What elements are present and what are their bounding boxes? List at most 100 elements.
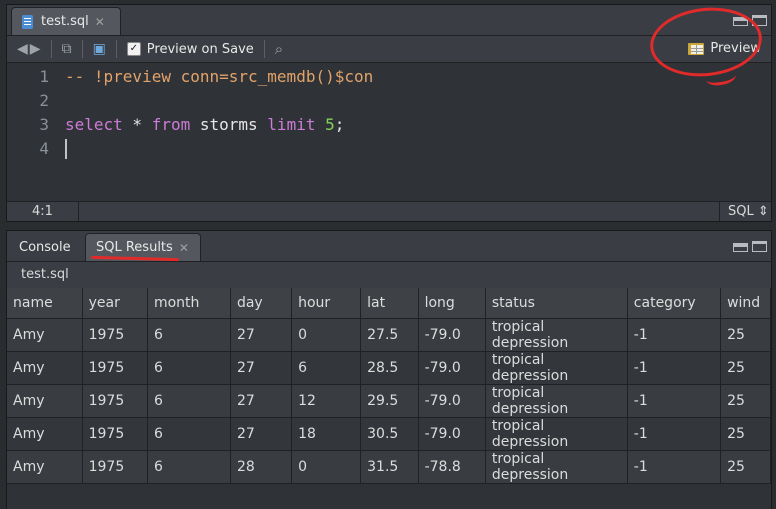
table-body: Amy 1975 6 27 0 27.5 -79.0 tropical depression -… — [7, 318, 771, 484]
code-line: 1 -- !preview conn=src_memdb()$con — [7, 65, 771, 89]
table-cell: 27 — [230, 417, 293, 451]
toolbar-divider — [263, 40, 265, 58]
close-tab-icon[interactable]: ✕ — [95, 15, 105, 29]
table-cell: 0 — [291, 450, 362, 484]
line-number: 2 — [39, 91, 49, 110]
table-cell: 25 — [720, 450, 771, 484]
tab-console[interactable]: Console — [9, 233, 83, 261]
column-header[interactable]: name — [7, 288, 83, 319]
column-header[interactable]: month — [147, 288, 231, 319]
table-row: Amy 1975 6 27 6 28.5 -79.0 tropical depression -… — [7, 351, 771, 385]
table-cell: 25 — [720, 351, 771, 385]
table-cell: 27 — [230, 384, 293, 418]
table-cell: tropical depression — [485, 351, 628, 385]
maximize-icon[interactable] — [752, 15, 767, 26]
table-cell: 30.5 — [360, 417, 419, 451]
close-tab-icon[interactable]: ✕ — [179, 241, 189, 255]
preview-on-save-checkbox[interactable]: ✓ — [126, 42, 141, 56]
table-cell: 1975 — [82, 384, 148, 418]
preview-on-save-label[interactable]: Preview on Save — [147, 42, 254, 57]
toolbar-divider — [81, 40, 83, 58]
tab-label: Console — [19, 239, 71, 255]
table-cell: 1975 — [82, 318, 148, 352]
editor-pane: test.sql ✕ ◀ ▶ ⧉ ▣ ✓ Preview on Save ⌕ P… — [6, 4, 772, 222]
table-cell: 18 — [291, 417, 362, 451]
table-cell: 12 — [291, 384, 362, 418]
table-cell: 6 — [147, 351, 231, 385]
save-icon[interactable]: ▣ — [93, 42, 106, 56]
toolbar-divider — [115, 40, 117, 58]
table-cell: tropical depression — [485, 417, 628, 451]
maximize-icon[interactable] — [752, 241, 767, 252]
tab-label: SQL Results — [96, 240, 173, 255]
column-header[interactable]: lat — [360, 288, 419, 319]
table-header-row: name year month day hour lat long status categor… — [7, 288, 771, 319]
table-cell: Amy — [7, 450, 83, 484]
show-in-window-icon[interactable]: ⧉ — [62, 42, 72, 56]
table-cell: 28 — [230, 450, 293, 484]
table-cell: tropical depression — [485, 318, 628, 352]
table-cell: 25 — [720, 384, 771, 418]
toolbar-divider — [50, 40, 52, 58]
table-cell: 28.5 — [360, 351, 419, 385]
column-header[interactable]: category — [627, 288, 722, 319]
table-cell: 27 — [230, 351, 293, 385]
table-cell: -79.0 — [418, 417, 486, 451]
sql-keyword: limit — [267, 115, 316, 134]
tab-test-sql[interactable]: test.sql ✕ — [11, 7, 121, 35]
table-cell: -1 — [627, 417, 722, 451]
column-header[interactable]: wind — [720, 288, 771, 319]
sql-text: ; — [334, 115, 345, 134]
sql-file-icon — [22, 14, 33, 29]
minimize-icon[interactable] — [733, 243, 748, 252]
forward-arrow-icon[interactable]: ▶ — [30, 42, 41, 56]
sql-text: storms — [190, 115, 268, 134]
column-header[interactable]: hour — [291, 288, 362, 319]
table-cell: -1 — [627, 450, 722, 484]
results-table: name year month day hour lat long status categor… — [7, 288, 771, 484]
table-cell: tropical depression — [485, 450, 628, 484]
editor-toolbar: ◀ ▶ ⧉ ▣ ✓ Preview on Save ⌕ Preview — [7, 36, 771, 63]
results-window-buttons — [733, 241, 767, 252]
table-cell: 6 — [147, 318, 231, 352]
table-row: Amy 1975 6 28 0 31.5 -78.8 tropical depression -… — [7, 450, 771, 484]
table-cell: -1 — [627, 351, 722, 385]
results-pane: Console SQL Results ✕ test.sql name year m… — [6, 230, 772, 509]
preview-table-icon — [688, 42, 705, 55]
back-arrow-icon[interactable]: ◀ — [17, 42, 28, 56]
table-cell: Amy — [7, 384, 83, 418]
table-cell: 1975 — [82, 417, 148, 451]
table-cell: Amy — [7, 351, 83, 385]
column-header[interactable]: day — [230, 288, 293, 319]
preview-button[interactable]: Preview — [688, 41, 761, 56]
table-cell: -1 — [627, 384, 722, 418]
code-editor[interactable]: 1 -- !preview conn=src_memdb()$con 2 3 s… — [7, 63, 771, 201]
language-selector[interactable]: SQL ⇕ — [719, 202, 771, 221]
table-cell: 6 — [147, 417, 231, 451]
line-number: 4 — [39, 139, 49, 158]
sql-number: 5 — [325, 115, 335, 134]
table-cell: 27.5 — [360, 318, 419, 352]
column-header[interactable]: long — [418, 288, 486, 319]
minimize-icon[interactable] — [733, 17, 748, 26]
table-cell: tropical depression — [485, 384, 628, 418]
editor-window-buttons — [733, 15, 767, 26]
results-subtitle: test.sql — [7, 262, 771, 289]
table-cell: -79.0 — [418, 384, 486, 418]
table-cell: -79.0 — [418, 351, 486, 385]
tab-label: test.sql — [41, 14, 89, 29]
table-cell: 25 — [720, 417, 771, 451]
line-number: 1 — [39, 67, 49, 86]
table-cell: 1975 — [82, 351, 148, 385]
code-line: 4 — [7, 137, 771, 161]
table-cell: -79.0 — [418, 318, 486, 352]
table-cell: 6 — [147, 450, 231, 484]
table-cell: Amy — [7, 417, 83, 451]
table-row: Amy 1975 6 27 0 27.5 -79.0 tropical depression -… — [7, 318, 771, 352]
table-cell: -78.8 — [418, 450, 486, 484]
editor-statusbar: 4:1 SQL ⇕ — [7, 201, 771, 221]
search-icon[interactable]: ⌕ — [275, 41, 283, 57]
column-header[interactable]: year — [82, 288, 148, 319]
column-header[interactable]: status — [485, 288, 628, 319]
